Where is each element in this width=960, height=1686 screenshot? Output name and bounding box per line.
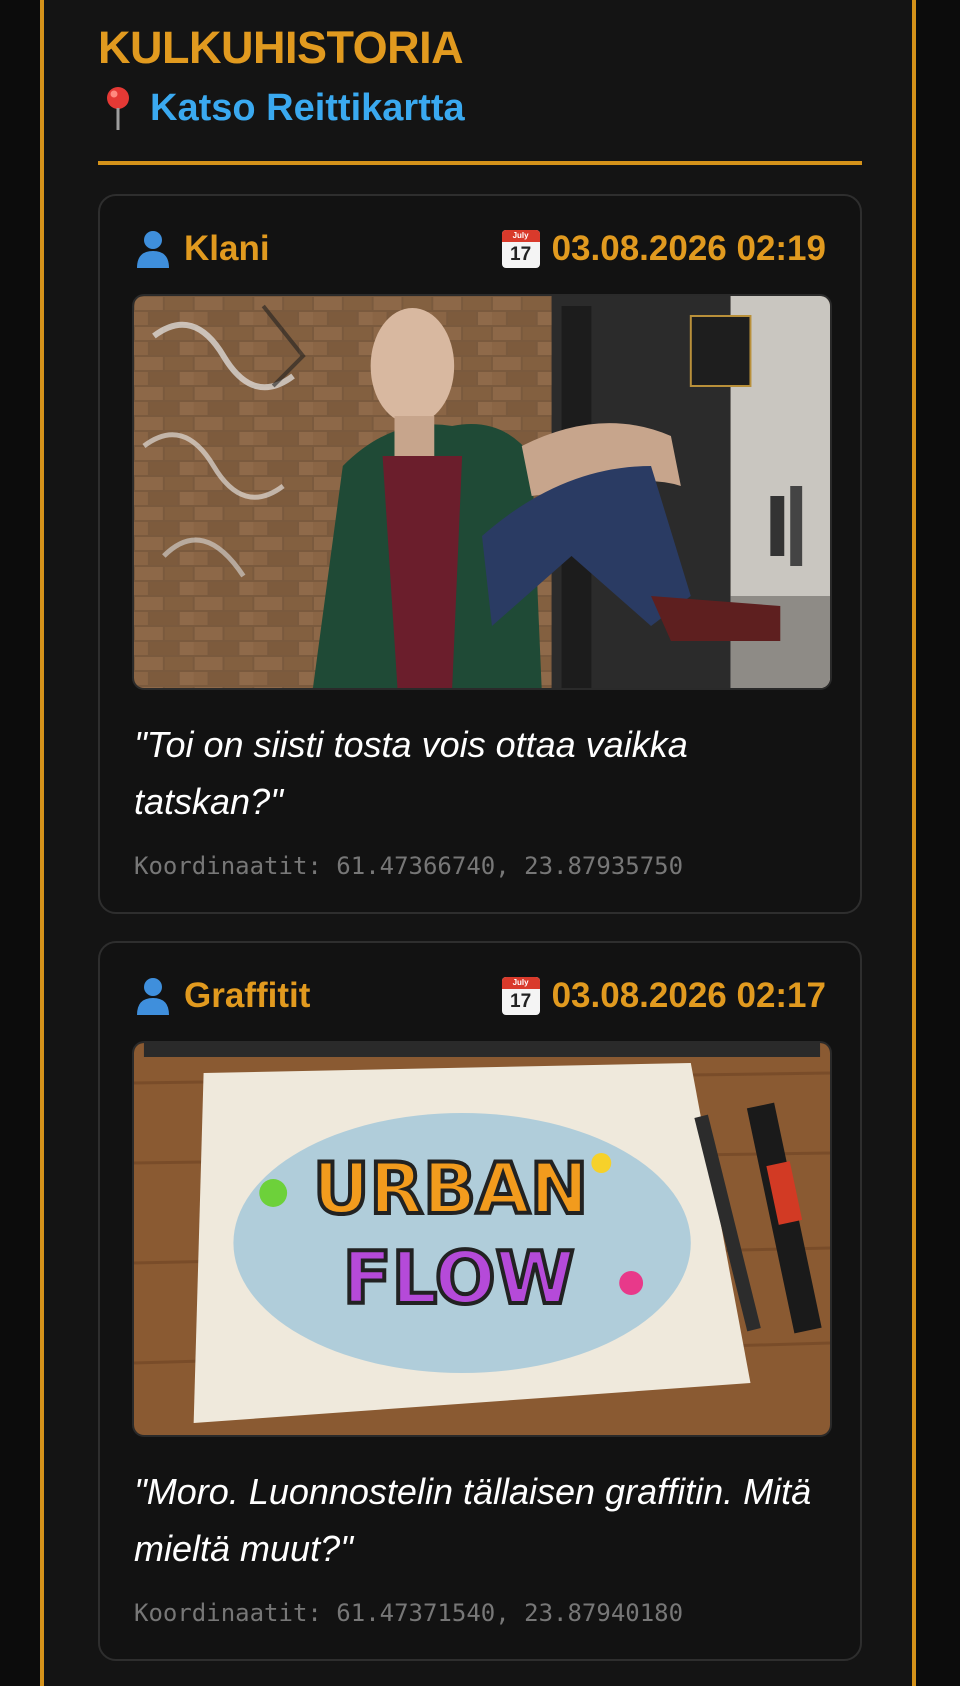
calendar-month: July [501,230,540,242]
entry-header: Graffitit July 17 03.08.2026 02:17 [134,973,826,1019]
entry-date-text: 03.08.2026 02:19 [551,229,826,268]
entry-photo[interactable] [132,294,832,690]
entry-date: July 17 03.08.2026 02:17 [501,976,826,1016]
svg-text:URBAN: URBAN [313,1149,588,1230]
entry-user-name: Graffitit [184,976,311,1015]
calendar-icon: July 17 [501,977,540,1015]
header-divider [98,161,862,165]
entry-photo[interactable]: URBAN FLOW [132,1041,832,1437]
entry-coordinates: Koordinaatit: 61.47366740, 23.87935750 [134,852,684,880]
calendar-day: 17 [510,991,532,1012]
entry-header: Klani July 17 03.08.2026 02:19 [134,226,826,272]
entry-user[interactable]: Graffitit [134,976,310,1016]
svg-text:FLOW: FLOW [343,1236,575,1320]
pin-icon [107,87,129,130]
route-map-label: Katso Reittikartta [150,87,465,129]
entry-coordinates: Koordinaatit: 61.47371540, 23.87940180 [134,1599,684,1627]
calendar-icon: July 17 [501,230,540,268]
photo-man-brick-wall [134,296,830,688]
page-header: KULKUHISTORIA Katso Reittikartta [98,18,862,136]
user-icon [137,978,169,1015]
entry-user-name: Klani [184,229,270,268]
photo-graffiti-sketch: URBAN FLOW [134,1043,830,1435]
user-icon [137,231,169,268]
entry-quote: "Moro. Luonnostelin tällaisen graffitin.… [134,1471,812,1569]
page-title: KULKUHISTORIA [98,22,464,73]
calendar-month: July [501,977,540,989]
entry-quote: "Toi on siisti tosta vois ottaa vaikka t… [134,724,688,822]
route-map-link[interactable]: Katso Reittikartta [98,80,862,136]
calendar-day: 17 [510,244,532,265]
entry-date-text: 03.08.2026 02:17 [551,976,826,1015]
entry-date: July 17 03.08.2026 02:19 [501,229,826,269]
history-entry: Graffitit July 17 03.08.2026 02:17 URBAN… [98,941,862,1661]
history-entry: Klani July 17 03.08.2026 02:19 "Toi on s… [98,194,862,914]
entry-user[interactable]: Klani [134,229,270,269]
